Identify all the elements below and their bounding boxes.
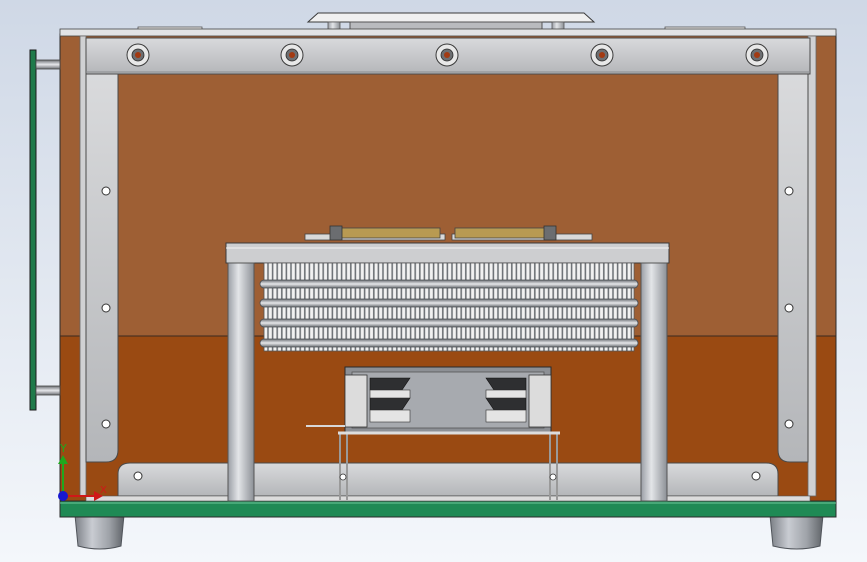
side-rail-screw	[101, 419, 111, 429]
bottom-frame-rail	[85, 462, 811, 502]
z-axis-dot	[58, 491, 68, 501]
top-frame-rail	[85, 37, 811, 75]
x-axis-label: X	[100, 485, 107, 496]
heat-pipe	[259, 338, 639, 348]
pcb-standoff-bottom	[35, 385, 61, 396]
heat-pipe	[259, 298, 639, 308]
side-rail-screw	[101, 303, 111, 313]
cad-viewport[interactable]: Y X	[0, 0, 867, 562]
brass-block-right	[454, 227, 556, 239]
cad-model-view: Y X	[0, 0, 867, 562]
pcb-board	[29, 49, 37, 411]
foot-right	[769, 514, 824, 550]
side-rail-screw	[784, 419, 794, 429]
bottom-rail	[117, 462, 779, 497]
side-rail-screw	[784, 303, 794, 313]
foot-left	[74, 514, 125, 550]
left-rail	[85, 73, 119, 463]
top-plate	[225, 242, 670, 264]
heat-pipe	[259, 318, 639, 328]
side-rail-screw	[784, 186, 794, 196]
pcb-standoff-top	[35, 59, 61, 70]
side-rail-screw	[101, 186, 111, 196]
right-side-frame	[807, 35, 817, 497]
right-rail	[777, 73, 809, 463]
left-side-frame	[79, 35, 87, 497]
brass-block-left	[339, 227, 441, 239]
y-axis-label: Y	[59, 442, 67, 455]
support-post-right	[640, 262, 668, 502]
enclosure-top-edge	[59, 28, 837, 37]
fan-bracket-right	[485, 374, 552, 428]
fan-bracket-left	[344, 374, 411, 428]
heat-pipe	[259, 279, 639, 289]
handle-top-bar	[306, 12, 596, 23]
support-post-left	[227, 262, 255, 502]
